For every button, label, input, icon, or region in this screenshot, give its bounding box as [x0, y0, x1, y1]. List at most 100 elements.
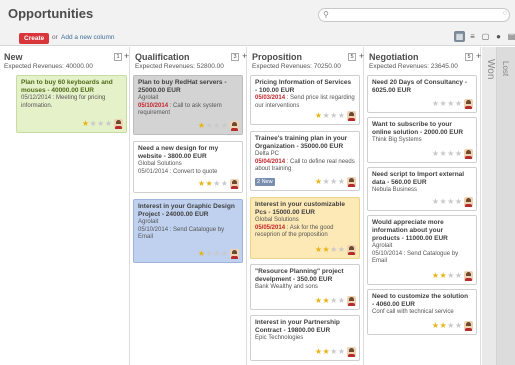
star-icon[interactable]: ★: [432, 99, 439, 109]
star-icon[interactable]: ★: [315, 177, 322, 187]
search-icon: ⚲: [323, 10, 329, 19]
avatar: [347, 177, 356, 187]
star-icon[interactable]: ★: [455, 99, 462, 109]
opportunity-card[interactable]: "Resource Planning" project develpment -…: [250, 264, 360, 310]
star-icon[interactable]: ★: [338, 177, 345, 187]
list-view-icon[interactable]: ≡: [467, 31, 478, 42]
column-expected-revenue: Expected Revenues: 70250.00: [252, 63, 341, 70]
add-column-link[interactable]: Add a new column: [61, 34, 114, 41]
card-footer: ★★★★: [431, 197, 473, 207]
column-add-icon[interactable]: +: [124, 51, 129, 61]
create-button[interactable]: Create: [19, 33, 50, 44]
more-view-icon[interactable]: ▤: [506, 31, 515, 42]
card-footer: ★★★★: [431, 149, 473, 159]
folded-column-lost[interactable]: Lost: [497, 47, 515, 365]
star-icon[interactable]: ★: [432, 197, 439, 207]
star-icon[interactable]: ★: [330, 245, 337, 255]
star-icon[interactable]: ★: [432, 321, 439, 331]
star-icon[interactable]: ★: [205, 179, 212, 189]
star-icon[interactable]: ★: [198, 249, 205, 259]
opportunity-card[interactable]: Plan to buy RedHat servers - 25000.00 EU…: [133, 75, 243, 135]
star-icon[interactable]: ★: [338, 347, 345, 357]
star-icon[interactable]: ★: [338, 245, 345, 255]
opportunity-card[interactable]: Pricing Information of Services - 100.00…: [250, 75, 360, 125]
star-icon[interactable]: ★: [338, 111, 345, 121]
star-icon[interactable]: ★: [205, 249, 212, 259]
opportunity-card[interactable]: Need script to Import external data - 56…: [367, 167, 477, 211]
card-footer: ★★★★: [314, 296, 356, 306]
opportunity-card[interactable]: Would appreciate more information about …: [367, 215, 477, 285]
star-icon[interactable]: ★: [198, 179, 205, 189]
star-icon[interactable]: ★: [82, 119, 89, 129]
star-icon[interactable]: ★: [330, 296, 337, 306]
kanban-view-icon[interactable]: ▦: [454, 31, 465, 42]
star-icon[interactable]: ★: [322, 177, 329, 187]
card-footer: ★★★★: [431, 271, 473, 281]
star-icon[interactable]: ★: [330, 347, 337, 357]
new-messages-badge[interactable]: 2 New: [255, 178, 275, 186]
graph-view-icon[interactable]: ●: [493, 31, 504, 42]
opportunity-card[interactable]: Trainee's training plan in your Organiza…: [250, 131, 360, 191]
star-icon[interactable]: ★: [432, 271, 439, 281]
star-icon[interactable]: ★: [432, 149, 439, 159]
column-add-icon[interactable]: +: [242, 51, 247, 61]
star-icon[interactable]: ★: [322, 111, 329, 121]
folded-column-label: Lost: [501, 61, 510, 77]
column-add-icon[interactable]: +: [359, 51, 364, 61]
star-icon[interactable]: ★: [97, 119, 104, 129]
star-icon[interactable]: ★: [455, 271, 462, 281]
star-icon[interactable]: ★: [439, 321, 446, 331]
star-icon[interactable]: ★: [205, 121, 212, 131]
avatar: [464, 197, 473, 207]
opportunity-card[interactable]: Need 20 Days of Consultancy - 6025.00 EU…: [367, 75, 477, 113]
star-icon[interactable]: ★: [439, 197, 446, 207]
avatar: [230, 179, 239, 189]
clear-search-icon[interactable]: ○: [503, 10, 507, 17]
star-icon[interactable]: ★: [439, 271, 446, 281]
column-count: 3: [231, 53, 239, 61]
opportunity-card[interactable]: Need to customize the solution - 4060.00…: [367, 289, 477, 335]
star-icon[interactable]: ★: [105, 119, 112, 129]
star-icon[interactable]: ★: [315, 296, 322, 306]
opportunity-card[interactable]: Interest in your Partnership Contract - …: [250, 315, 360, 361]
star-icon[interactable]: ★: [89, 119, 96, 129]
page-title: Opportunities: [8, 6, 94, 21]
star-icon[interactable]: ★: [447, 321, 454, 331]
star-icon[interactable]: ★: [447, 197, 454, 207]
opportunity-card[interactable]: Interest in your customizable Pcs - 1500…: [250, 197, 360, 259]
star-icon[interactable]: ★: [447, 271, 454, 281]
star-icon[interactable]: ★: [455, 321, 462, 331]
star-icon[interactable]: ★: [330, 177, 337, 187]
column-add-icon[interactable]: +: [476, 51, 481, 61]
opportunity-card[interactable]: Want to subscribe to your online solutio…: [367, 117, 477, 163]
star-icon[interactable]: ★: [330, 111, 337, 121]
opportunity-card[interactable]: Need a new design for my website - 3800.…: [133, 141, 243, 193]
star-icon[interactable]: ★: [221, 179, 228, 189]
star-icon[interactable]: ★: [455, 149, 462, 159]
star-icon[interactable]: ★: [315, 347, 322, 357]
star-icon[interactable]: ★: [198, 121, 205, 131]
star-icon[interactable]: ★: [315, 245, 322, 255]
folded-column-won[interactable]: Won: [482, 47, 497, 365]
star-icon[interactable]: ★: [322, 347, 329, 357]
star-icon[interactable]: ★: [338, 296, 345, 306]
star-icon[interactable]: ★: [447, 99, 454, 109]
star-icon[interactable]: ★: [213, 249, 220, 259]
star-icon[interactable]: ★: [213, 179, 220, 189]
star-icon[interactable]: ★: [221, 249, 228, 259]
calendar-view-icon[interactable]: ▢: [480, 31, 491, 42]
star-icon[interactable]: ★: [455, 197, 462, 207]
star-icon[interactable]: ★: [322, 296, 329, 306]
star-icon[interactable]: ★: [315, 111, 322, 121]
opportunity-card[interactable]: Interest in your Graphic Design Project …: [133, 199, 243, 263]
star-icon[interactable]: ★: [439, 149, 446, 159]
star-icon[interactable]: ★: [322, 245, 329, 255]
star-icon[interactable]: ★: [221, 121, 228, 131]
star-icon[interactable]: ★: [447, 149, 454, 159]
column-qualification: Qualification 3 + Expected Revenues: 528…: [131, 47, 247, 365]
opportunity-card[interactable]: Plan to buy 60 keyboards and mouses - 40…: [16, 75, 127, 133]
star-icon[interactable]: ★: [439, 99, 446, 109]
search-input[interactable]: ⚲ ○: [318, 8, 510, 22]
column-header: New 1 + Expected Revenues: 40000.00: [4, 51, 129, 70]
star-icon[interactable]: ★: [213, 121, 220, 131]
